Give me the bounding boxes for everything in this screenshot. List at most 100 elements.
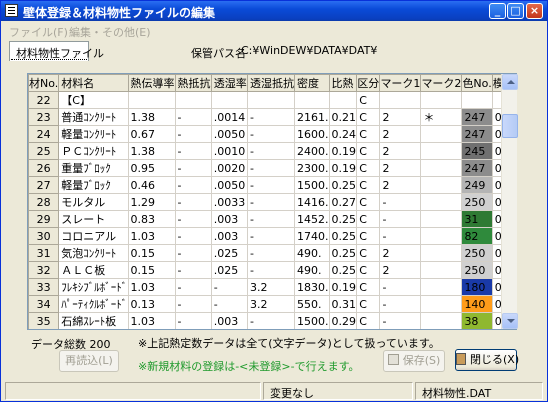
column-header[interactable]: マーク2 xyxy=(420,74,463,92)
table-cell[interactable] xyxy=(210,91,249,109)
table-cell[interactable]: 1600. xyxy=(294,125,330,143)
table-cell[interactable]: - xyxy=(247,159,296,177)
table-cell[interactable]: .003 xyxy=(210,210,249,228)
table-cell[interactable]: 1500. xyxy=(294,312,330,329)
table-cell[interactable]: 1740. xyxy=(294,227,330,245)
table-cell[interactable]: - xyxy=(174,312,212,329)
row-number-cell[interactable]: 32 xyxy=(28,261,60,279)
table-cell[interactable] xyxy=(247,91,296,109)
table-cell[interactable]: C xyxy=(356,244,381,262)
table-row[interactable]: 31 気泡ｺﾝｸﾘｰﾄ 0.15- .025-490. 0.25 C 2 250 0 xyxy=(28,244,516,262)
tab-material-file[interactable]: 材料物性ファイル xyxy=(9,41,104,61)
table-cell[interactable] xyxy=(420,142,463,160)
table-cell[interactable] xyxy=(420,159,463,177)
table-cell[interactable]: 2400. xyxy=(294,142,330,160)
table-cell[interactable]: .003 xyxy=(210,227,249,245)
table-cell[interactable]: 1500. xyxy=(294,176,330,194)
table-cell[interactable]: - xyxy=(247,210,296,228)
table-cell[interactable]: 2 xyxy=(379,159,422,177)
table-cell[interactable]: .0033 xyxy=(210,193,249,211)
table-row[interactable]: 36石綿ｾﾒﾝﾄ板0.13--2.432240.0.19C-380 xyxy=(29,330,516,331)
color-cell[interactable]: 245 xyxy=(461,142,493,160)
table-cell[interactable]: 0.21 xyxy=(328,108,358,126)
color-cell[interactable]: 140 xyxy=(461,295,493,313)
table-cell[interactable]: - xyxy=(174,125,212,143)
table-cell[interactable]: C xyxy=(356,159,381,177)
table-cell[interactable]: 0.83 xyxy=(127,210,176,228)
table-cell[interactable]: .0050 xyxy=(210,125,249,143)
menu-file[interactable]: ファイル(F) xyxy=(9,24,68,40)
table-cell[interactable]: - xyxy=(247,244,296,262)
table-cell[interactable]: C xyxy=(356,193,381,211)
table-cell[interactable]: - xyxy=(380,330,421,331)
table-cell[interactable] xyxy=(420,176,463,194)
table-cell[interactable]: 0.13 xyxy=(128,330,175,331)
close-window-button[interactable]: × xyxy=(526,3,543,19)
table-cell[interactable]: - xyxy=(174,278,212,296)
table-cell[interactable]: C xyxy=(356,261,381,279)
table-cell[interactable]: 1452. xyxy=(294,210,330,228)
table-cell[interactable]: 3.2 xyxy=(247,295,296,313)
table-cell[interactable]: 【C】 xyxy=(58,91,129,109)
color-cell[interactable]: 250 xyxy=(461,193,493,211)
table-cell[interactable]: 普通ｺﾝｸﾘｰﾄ xyxy=(58,108,129,126)
save-button[interactable]: 保存(S) xyxy=(383,350,445,372)
table-row[interactable]: 25 ＰＣｺﾝｸﾘｰﾄ 1.38- .0010-2400. 0.19 C 2 245 0 xyxy=(28,142,516,160)
table-cell[interactable]: 0.15 xyxy=(127,244,176,262)
table-row[interactable]: 23 普通ｺﾝｸﾘｰﾄ 1.38- .0014-2161. 0.21 C 2 ＊ 247 0 xyxy=(28,108,516,126)
table-cell[interactable]: 0.67 xyxy=(127,125,176,143)
table-cell[interactable]: - xyxy=(247,176,296,194)
table-cell[interactable]: C xyxy=(356,142,381,160)
table-cell[interactable]: 550. xyxy=(294,295,330,313)
color-cell[interactable]: 82 xyxy=(461,227,493,245)
color-cell[interactable] xyxy=(461,91,493,109)
column-header[interactable]: 密度 xyxy=(294,74,330,92)
table-cell[interactable]: .025 xyxy=(210,261,249,279)
table-cell[interactable]: 0.13 xyxy=(127,295,176,313)
column-header[interactable]: 透湿抵抗 xyxy=(247,74,296,92)
row-number-cell[interactable]: 29 xyxy=(28,210,60,228)
table-cell[interactable]: .0010 xyxy=(210,142,249,160)
table-cell[interactable]: - xyxy=(247,261,296,279)
column-header[interactable]: 熱伝導率 xyxy=(127,74,176,92)
table-cell[interactable]: - xyxy=(174,142,212,160)
table-cell[interactable]: ﾌﾚｷｼﾌﾞﾙﾎﾞｰﾄﾞ xyxy=(58,278,129,296)
table-cell[interactable]: 2161. xyxy=(294,108,330,126)
table-cell[interactable]: C xyxy=(356,278,381,296)
table-cell[interactable]: 軽量ﾌﾞﾛｯｸ xyxy=(58,176,129,194)
table-cell[interactable]: - xyxy=(174,244,212,262)
table-cell[interactable]: 軽量ｺﾝｸﾘｰﾄ xyxy=(58,125,129,143)
table-cell[interactable]: ＰＣｺﾝｸﾘｰﾄ xyxy=(58,142,129,160)
table-cell[interactable] xyxy=(420,278,463,296)
table-cell[interactable]: .0050 xyxy=(210,176,249,194)
color-cell[interactable]: 31 xyxy=(461,210,493,228)
table-row[interactable]: 34 ﾊﾟｰﾃｨｸﾙﾎﾞｰﾄﾞ 0.13- -3.2 550. 0.31 C -140 0 xyxy=(28,295,516,313)
table-cell[interactable]: モルタル xyxy=(58,193,129,211)
table-cell[interactable]: 2240. xyxy=(295,330,330,331)
row-number-cell[interactable]: 28 xyxy=(28,193,60,211)
table-cell[interactable]: 0.25 xyxy=(328,210,358,228)
table-cell[interactable]: 0.24 xyxy=(328,125,358,143)
title-bar[interactable]: 壁体登録＆材料物性ファイルの編集 _ □ × xyxy=(1,1,547,21)
table-cell[interactable]: - xyxy=(247,193,296,211)
row-number-cell[interactable]: 31 xyxy=(28,244,60,262)
table-cell[interactable]: 2 xyxy=(379,125,422,143)
table-cell[interactable]: - xyxy=(210,295,249,313)
table-row[interactable]: 32 ＡＬＣ板 0.15- .025-490. 0.25 C 2 250 0 xyxy=(28,261,516,279)
table-cell[interactable]: - xyxy=(247,227,296,245)
color-cell[interactable]: 250 xyxy=(461,244,493,262)
table-cell[interactable]: C xyxy=(356,91,381,109)
table-cell[interactable]: 1416. xyxy=(294,193,330,211)
table-cell[interactable]: - xyxy=(174,261,212,279)
reload-button[interactable]: 再読込(L) xyxy=(59,350,119,372)
column-header[interactable]: マーク1 xyxy=(379,74,422,92)
row-number-cell[interactable]: 30 xyxy=(28,227,60,245)
table-cell[interactable] xyxy=(174,91,212,109)
column-header[interactable]: 比熱 xyxy=(328,74,358,92)
table-cell[interactable]: C xyxy=(356,108,381,126)
table-cell[interactable]: - xyxy=(379,295,422,313)
table-cell[interactable]: 1.29 xyxy=(127,193,176,211)
table-cell[interactable]: 0.19 xyxy=(328,142,358,160)
row-number-cell[interactable]: 22 xyxy=(28,91,60,109)
table-cell[interactable]: 0.15 xyxy=(127,261,176,279)
